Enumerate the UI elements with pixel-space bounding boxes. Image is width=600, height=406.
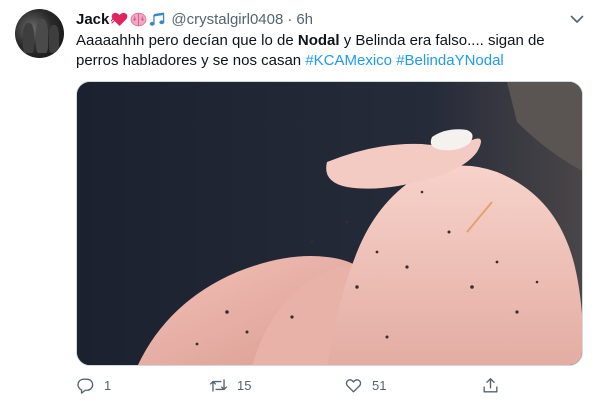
like-button[interactable]: 51 bbox=[344, 372, 386, 398]
hashtag-link[interactable]: #BelindaYNodal bbox=[396, 52, 504, 69]
avatar[interactable] bbox=[15, 9, 64, 58]
tweet-timestamp[interactable]: 6h bbox=[296, 11, 313, 28]
share-button[interactable] bbox=[481, 372, 500, 398]
music-notes-emoji-icon bbox=[149, 12, 166, 27]
reply-icon bbox=[77, 377, 94, 394]
brain-emoji-icon bbox=[130, 12, 147, 27]
heart-emoji-icon bbox=[111, 12, 128, 27]
tweet-text-bold-part: Nodal bbox=[297, 32, 340, 49]
separator-dot: · bbox=[287, 10, 293, 28]
more-options-button[interactable] bbox=[568, 10, 586, 28]
reply-button[interactable]: 1 bbox=[76, 372, 111, 398]
hashtag-link[interactable]: #KCAMexico bbox=[305, 52, 392, 69]
tweet-actions: 1 15 51 bbox=[76, 372, 576, 398]
retweet-icon bbox=[209, 378, 228, 392]
like-count: 51 bbox=[372, 377, 387, 393]
author-name[interactable]: Jack bbox=[76, 11, 109, 28]
tweet-photo[interactable] bbox=[76, 81, 583, 366]
tweet-text-part: Aaaaahhh pero decían que lo de bbox=[76, 32, 298, 49]
tweet-card[interactable]: Jack @crystalgirl0408 · 6h Aaaaahhh pero… bbox=[0, 0, 600, 406]
reply-count: 1 bbox=[104, 377, 112, 393]
tweet-text: Aaaaahhh pero decían que lo de Nodal y B… bbox=[76, 31, 576, 71]
author-handle[interactable]: @crystalgirl0408 bbox=[171, 11, 283, 28]
chevron-down-icon bbox=[570, 15, 584, 23]
tweet-header: Jack @crystalgirl0408 · 6h bbox=[76, 8, 313, 30]
heart-icon bbox=[345, 378, 362, 393]
retweet-button[interactable]: 15 bbox=[209, 372, 251, 398]
share-icon bbox=[483, 377, 498, 393]
retweet-count: 15 bbox=[237, 377, 252, 393]
photo-holding-hands-image bbox=[77, 82, 582, 365]
